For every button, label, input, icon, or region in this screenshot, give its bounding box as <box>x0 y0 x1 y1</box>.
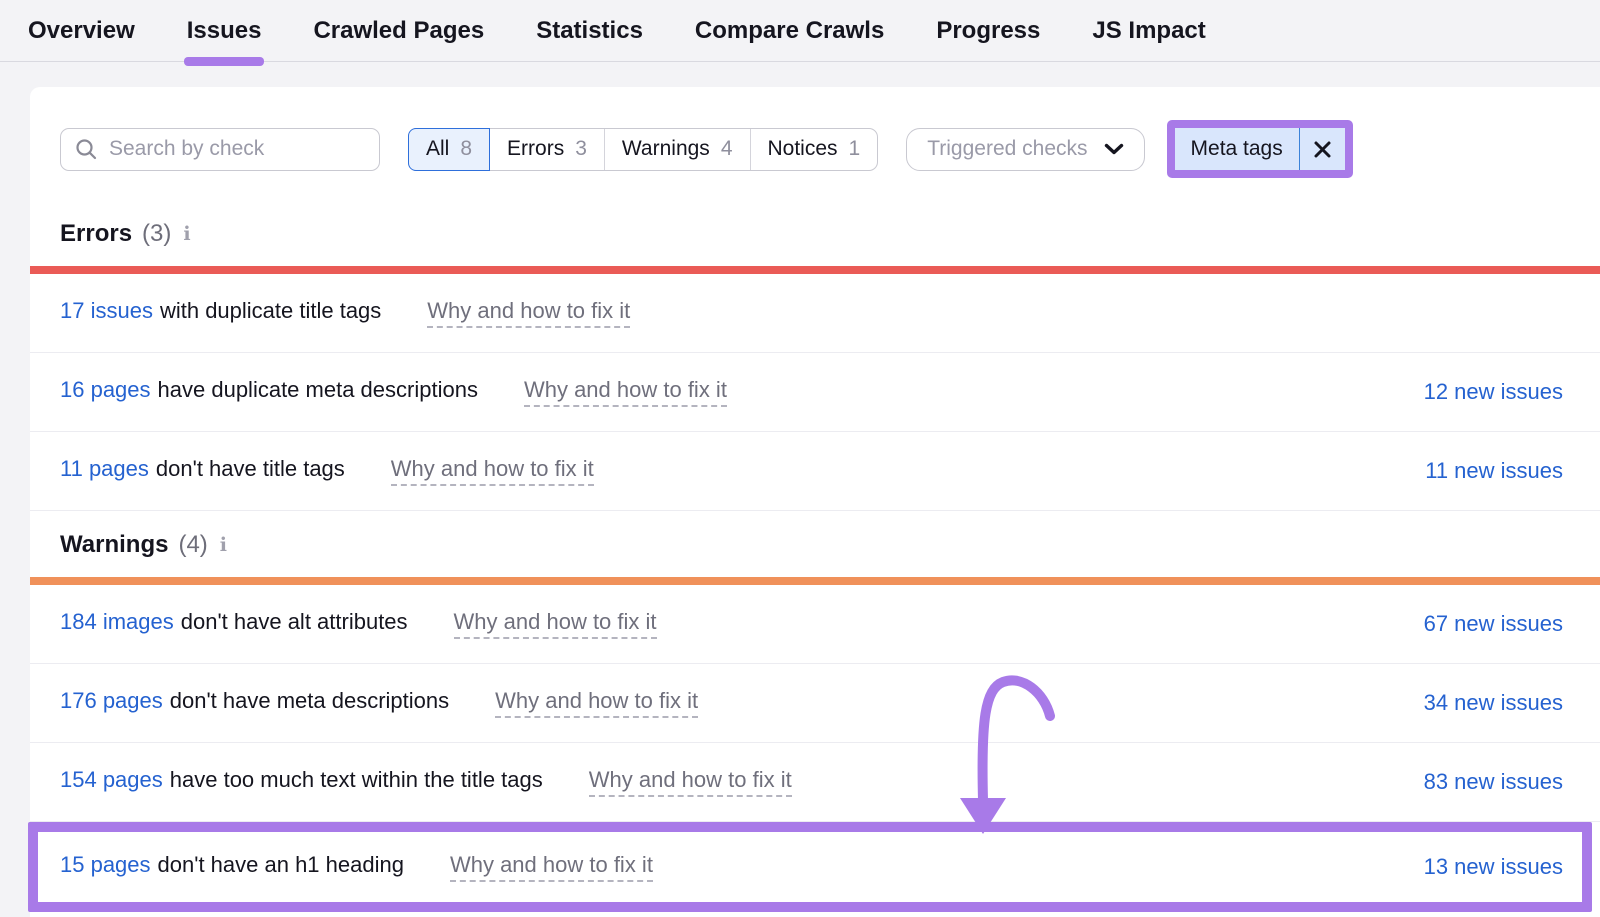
why-how-to-fix-link[interactable]: Why and how to fix it <box>524 377 727 407</box>
triggered-checks-dropdown[interactable]: Triggered checks <box>906 128 1144 171</box>
chevron-down-icon <box>1104 143 1124 155</box>
tab-label: Compare Crawls <box>695 17 884 45</box>
search-by-check[interactable] <box>60 128 380 171</box>
why-how-to-fix-link[interactable]: Why and how to fix it <box>450 852 653 882</box>
top-nav: Overview Issues Crawled Pages Statistics Com… <box>0 0 1600 62</box>
section-warnings: Warnings (4) i 184 images don't have alt att… <box>30 531 1600 912</box>
tab-label: Overview <box>28 17 135 45</box>
section-title: Errors <box>60 220 132 248</box>
filter-all[interactable]: All 8 <box>408 128 490 171</box>
filter-label: All <box>426 137 449 161</box>
issue-description: 15 pages don't have an h1 heading Why and … <box>60 852 653 882</box>
issue-row: 15 pages don't have an h1 heading Why and … <box>38 832 1582 902</box>
issue-count-link[interactable]: 184 images <box>60 609 174 635</box>
tab-issues[interactable]: Issues <box>187 0 262 62</box>
issue-count-link[interactable]: 154 pages <box>60 767 163 793</box>
tab-label: Progress <box>936 17 1040 45</box>
tab-compare-crawls[interactable]: Compare Crawls <box>695 0 884 62</box>
tab-statistics[interactable]: Statistics <box>536 0 643 62</box>
severity-color-bar <box>30 577 1600 585</box>
filter-count: 1 <box>849 137 861 161</box>
issues-list: Errors (3) i 17 issues with duplicate title … <box>30 220 1600 912</box>
info-icon[interactable]: i <box>220 534 227 556</box>
why-how-to-fix-link[interactable]: Why and how to fix it <box>427 298 630 328</box>
tab-js-impact[interactable]: JS Impact <box>1092 0 1205 62</box>
filter-notices[interactable]: Notices 1 <box>750 129 878 170</box>
tab-progress[interactable]: Progress <box>936 0 1040 62</box>
issue-count-link[interactable]: 17 issues <box>60 298 153 324</box>
new-issues-link[interactable]: 11 new issues <box>1425 458 1563 484</box>
issue-row: 16 pages have duplicate meta descriptions… <box>30 353 1600 432</box>
meta-tags-filter-chip[interactable]: Meta tags <box>1175 128 1345 170</box>
new-issues-link[interactable]: 13 new issues <box>1424 854 1563 880</box>
triggered-checks-label: Triggered checks <box>927 137 1087 161</box>
issue-count-link[interactable]: 15 pages <box>60 852 151 878</box>
filter-label: Errors <box>507 137 564 161</box>
tab-label: JS Impact <box>1092 17 1205 45</box>
tab-label: Issues <box>187 17 262 45</box>
section-errors: Errors (3) i 17 issues with duplicate title … <box>30 220 1600 511</box>
issue-text: don't have an h1 heading <box>158 852 404 878</box>
filter-count: 4 <box>721 137 733 161</box>
tab-overview[interactable]: Overview <box>28 0 135 62</box>
issue-text: with duplicate title tags <box>160 298 381 324</box>
new-issues-link[interactable]: 83 new issues <box>1424 769 1563 795</box>
issue-count-link[interactable]: 11 pages <box>60 456 149 482</box>
issue-description: 176 pages don't have meta descriptions Why… <box>60 688 698 718</box>
filter-label: Notices <box>768 137 838 161</box>
issue-count-link[interactable]: 176 pages <box>60 688 163 714</box>
why-how-to-fix-link[interactable]: Why and how to fix it <box>454 609 657 639</box>
filter-warnings[interactable]: Warnings 4 <box>604 129 750 170</box>
issue-row: 154 pages have too much text within the t… <box>30 743 1600 822</box>
search-input[interactable] <box>109 137 365 161</box>
tab-label: Crawled Pages <box>313 17 484 45</box>
section-count: (3) <box>142 220 171 248</box>
highlighted-issue-row: 15 pages don't have an h1 heading Why and … <box>28 822 1592 912</box>
filter-toolbar: All 8 Errors 3 Warnings 4 Notices 1 Triggered c… <box>30 87 1600 178</box>
section-header: Errors (3) i <box>60 220 1600 248</box>
filter-label: Warnings <box>622 137 710 161</box>
chip-label: Meta tags <box>1175 137 1299 161</box>
new-issues-link[interactable]: 67 new issues <box>1424 611 1563 637</box>
new-issues-link[interactable]: 12 new issues <box>1424 379 1563 405</box>
severity-color-bar <box>30 266 1600 274</box>
severity-filter-group: All 8 Errors 3 Warnings 4 Notices 1 <box>408 128 878 171</box>
section-count: (4) <box>178 531 207 559</box>
new-issues-link[interactable]: 34 new issues <box>1424 690 1563 716</box>
tab-crawled-pages[interactable]: Crawled Pages <box>313 0 484 62</box>
issue-count-link[interactable]: 16 pages <box>60 377 151 403</box>
meta-tags-filter-highlight: Meta tags <box>1167 120 1353 178</box>
filter-errors[interactable]: Errors 3 <box>490 129 604 170</box>
search-icon <box>75 138 97 160</box>
issue-row: 176 pages don't have meta descriptions Why… <box>30 664 1600 743</box>
issue-description: 16 pages have duplicate meta descriptions… <box>60 377 727 407</box>
issue-text: don't have alt attributes <box>181 609 408 635</box>
section-header: Warnings (4) i <box>60 531 1600 559</box>
filter-count: 8 <box>460 137 472 161</box>
why-how-to-fix-link[interactable]: Why and how to fix it <box>391 456 594 486</box>
issue-description: 11 pages don't have title tags Why and how… <box>60 456 594 486</box>
filter-count: 3 <box>575 137 587 161</box>
issue-row: 11 pages don't have title tags Why and how… <box>30 432 1600 511</box>
issue-text: have duplicate meta descriptions <box>158 377 478 403</box>
issues-panel: All 8 Errors 3 Warnings 4 Notices 1 Triggered c… <box>30 87 1600 917</box>
issue-text: have too much text within the title tags <box>170 767 543 793</box>
issue-row: 17 issues with duplicate title tags Why an… <box>30 274 1600 353</box>
info-icon[interactable]: i <box>183 223 190 245</box>
why-how-to-fix-link[interactable]: Why and how to fix it <box>495 688 698 718</box>
issue-description: 154 pages have too much text within the t… <box>60 767 792 797</box>
section-title: Warnings <box>60 531 168 559</box>
issue-row: 184 images don't have alt attributes Why a… <box>30 585 1600 664</box>
close-icon <box>1313 140 1332 159</box>
issue-text: don't have meta descriptions <box>170 688 449 714</box>
issue-description: 184 images don't have alt attributes Why a… <box>60 609 657 639</box>
chip-remove-button[interactable] <box>1300 140 1345 159</box>
tab-label: Statistics <box>536 17 643 45</box>
why-how-to-fix-link[interactable]: Why and how to fix it <box>589 767 792 797</box>
issue-description: 17 issues with duplicate title tags Why an… <box>60 298 630 328</box>
active-tab-underline <box>184 57 265 66</box>
issue-text: don't have title tags <box>156 456 345 482</box>
